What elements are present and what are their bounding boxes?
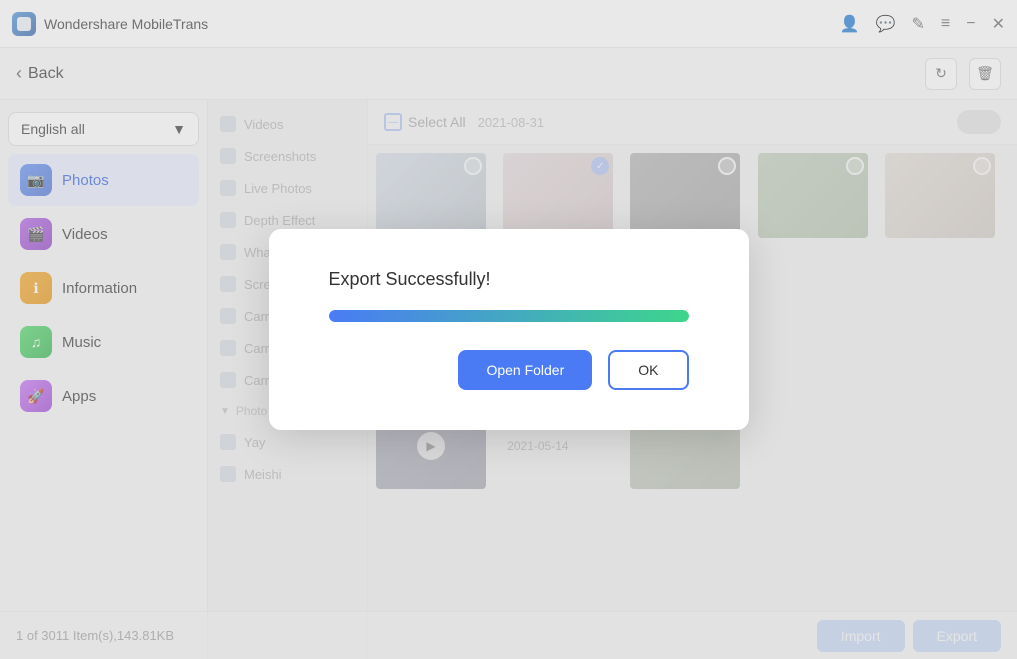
modal-overlay: Export Successfully! Open Folder OK xyxy=(0,0,1017,659)
progress-bar-container xyxy=(329,310,689,322)
export-success-modal: Export Successfully! Open Folder OK xyxy=(269,229,749,430)
modal-buttons: Open Folder OK xyxy=(329,350,689,390)
modal-title: Export Successfully! xyxy=(329,269,491,290)
progress-bar-fill xyxy=(329,310,689,322)
ok-button[interactable]: OK xyxy=(608,350,688,390)
open-folder-button[interactable]: Open Folder xyxy=(458,350,592,390)
